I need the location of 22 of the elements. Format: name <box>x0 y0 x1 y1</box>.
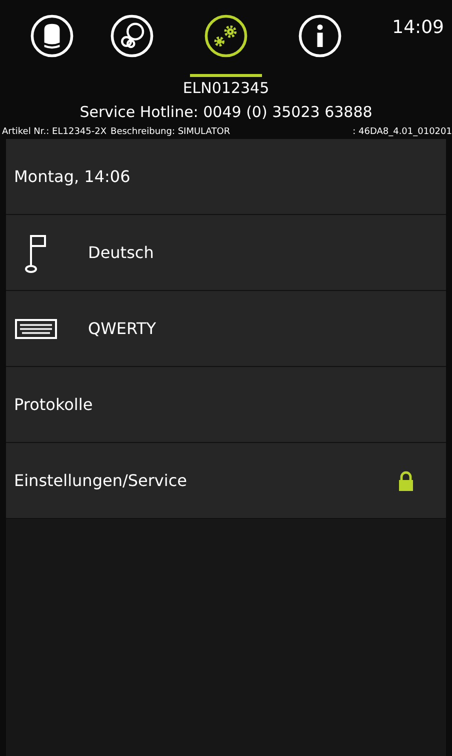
chef-hat-icon[interactable] <box>30 14 74 58</box>
menu-item-label: Einstellungen/Service <box>14 470 187 492</box>
info-icon[interactable] <box>298 14 342 58</box>
keyboard-icon <box>15 318 57 338</box>
article-number: Artikel Nr.: EL12345-2X <box>2 126 107 139</box>
menu-item[interactable]: Protokolle <box>6 367 446 443</box>
menu-item[interactable]: Deutsch <box>6 215 446 291</box>
version: : 46DA8_4.01_010201 <box>352 126 452 139</box>
menu-item[interactable]: QWERTY <box>6 291 446 367</box>
rings-icon[interactable] <box>110 14 154 58</box>
gears-icon[interactable] <box>204 14 248 58</box>
menu-item[interactable]: Einstellungen/Service <box>6 443 446 519</box>
menu-item-label: Protokolle <box>14 394 93 416</box>
description: Beschreibung: SIMULATOR <box>110 126 230 139</box>
device-id: ELN012345 <box>182 78 270 98</box>
clock: 14:09 <box>392 16 444 40</box>
menu-item-label: QWERTY <box>88 318 156 340</box>
menu-item-label: Montag, 14:06 <box>14 166 130 188</box>
menu-item-label: Deutsch <box>88 242 154 264</box>
selected-tab-underline <box>190 74 262 77</box>
service-hotline: Service Hotline: 0049 (0) 35023 63888 <box>78 102 374 123</box>
menu-item[interactable]: Montag, 14:06 <box>6 139 446 215</box>
